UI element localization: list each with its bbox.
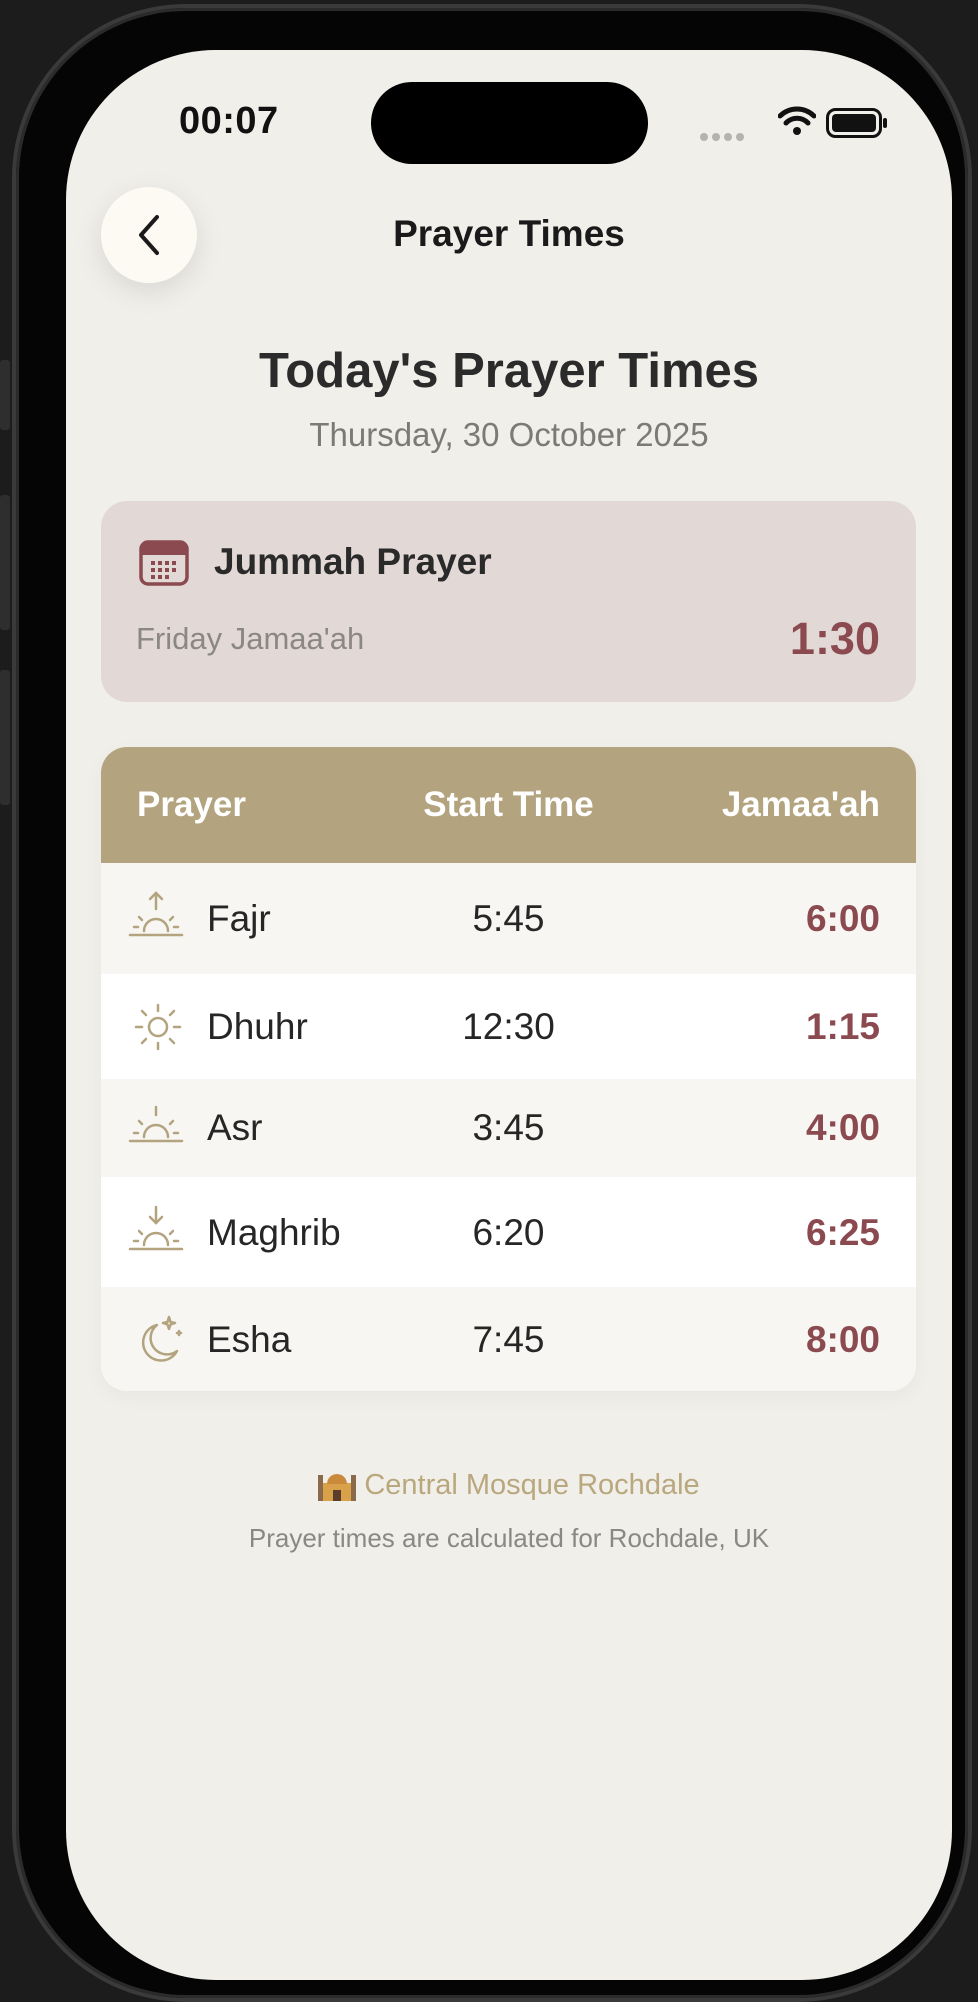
table-row-maghrib: Maghrib 6:20 6:25 xyxy=(101,1177,916,1287)
mosque-credit: Central Mosque Rochdale xyxy=(66,1467,952,1503)
start-time: 7:45 xyxy=(472,1319,545,1360)
background-window-edge xyxy=(0,670,10,805)
battery-icon xyxy=(826,108,887,138)
mosque-icon xyxy=(318,1474,357,1501)
start-time: 12:30 xyxy=(462,1006,555,1047)
jamaah-time: 6:25 xyxy=(805,1212,880,1253)
prayer-times-table: Prayer Start Time Jamaa'ah Fajr 5:45 6:0… xyxy=(101,747,916,1391)
status-time: 00:07 xyxy=(179,100,279,142)
jummah-time: 1:30 xyxy=(789,613,880,664)
page-date: Thursday, 30 October 2025 xyxy=(309,416,709,453)
start-time: 6:20 xyxy=(472,1212,545,1253)
column-header-jamaah: Jamaa'ah xyxy=(721,785,880,824)
jamaah-time: 8:00 xyxy=(805,1319,880,1360)
jamaah-time: 4:00 xyxy=(805,1107,880,1148)
start-time: 3:45 xyxy=(472,1107,545,1148)
jummah-title: Jummah Prayer xyxy=(214,541,492,582)
table-row-fajr: Fajr 5:45 6:00 xyxy=(101,863,916,974)
status-indicators xyxy=(700,106,890,146)
table-row-esha: Esha 7:45 8:00 xyxy=(101,1287,916,1391)
wifi-icon xyxy=(778,106,816,135)
signal-icon xyxy=(700,128,748,146)
nav-title: Prayer Times xyxy=(393,213,625,254)
jamaah-time: 1:15 xyxy=(805,1006,880,1047)
background-window-edge xyxy=(0,495,10,630)
app-screen: 00:07 Prayer Times Today's Prayer Times … xyxy=(66,50,952,1980)
dynamic-island xyxy=(371,82,648,164)
jamaah-time: 6:00 xyxy=(805,898,880,939)
calculation-note: Prayer times are calculated for Rochdale… xyxy=(248,1523,770,1553)
table-header: Prayer Start Time Jamaa'ah xyxy=(101,747,916,863)
jummah-subtitle: Friday Jamaa'ah xyxy=(136,621,365,656)
page-title: Today's Prayer Times xyxy=(258,344,760,398)
start-time: 5:45 xyxy=(472,898,545,939)
calendar-icon xyxy=(139,540,189,586)
table-row-dhuhr: Dhuhr 12:30 1:15 xyxy=(101,974,916,1079)
table-row-asr: Asr 3:45 4:00 xyxy=(101,1079,916,1177)
mosque-name: Central Mosque Rochdale xyxy=(364,1468,700,1501)
phone-frame: 00:07 Prayer Times Today's Prayer Times … xyxy=(16,8,968,1998)
jummah-card: Jummah Prayer Friday Jamaa'ah 1:30 xyxy=(101,501,916,702)
background-window-edge xyxy=(0,360,10,430)
